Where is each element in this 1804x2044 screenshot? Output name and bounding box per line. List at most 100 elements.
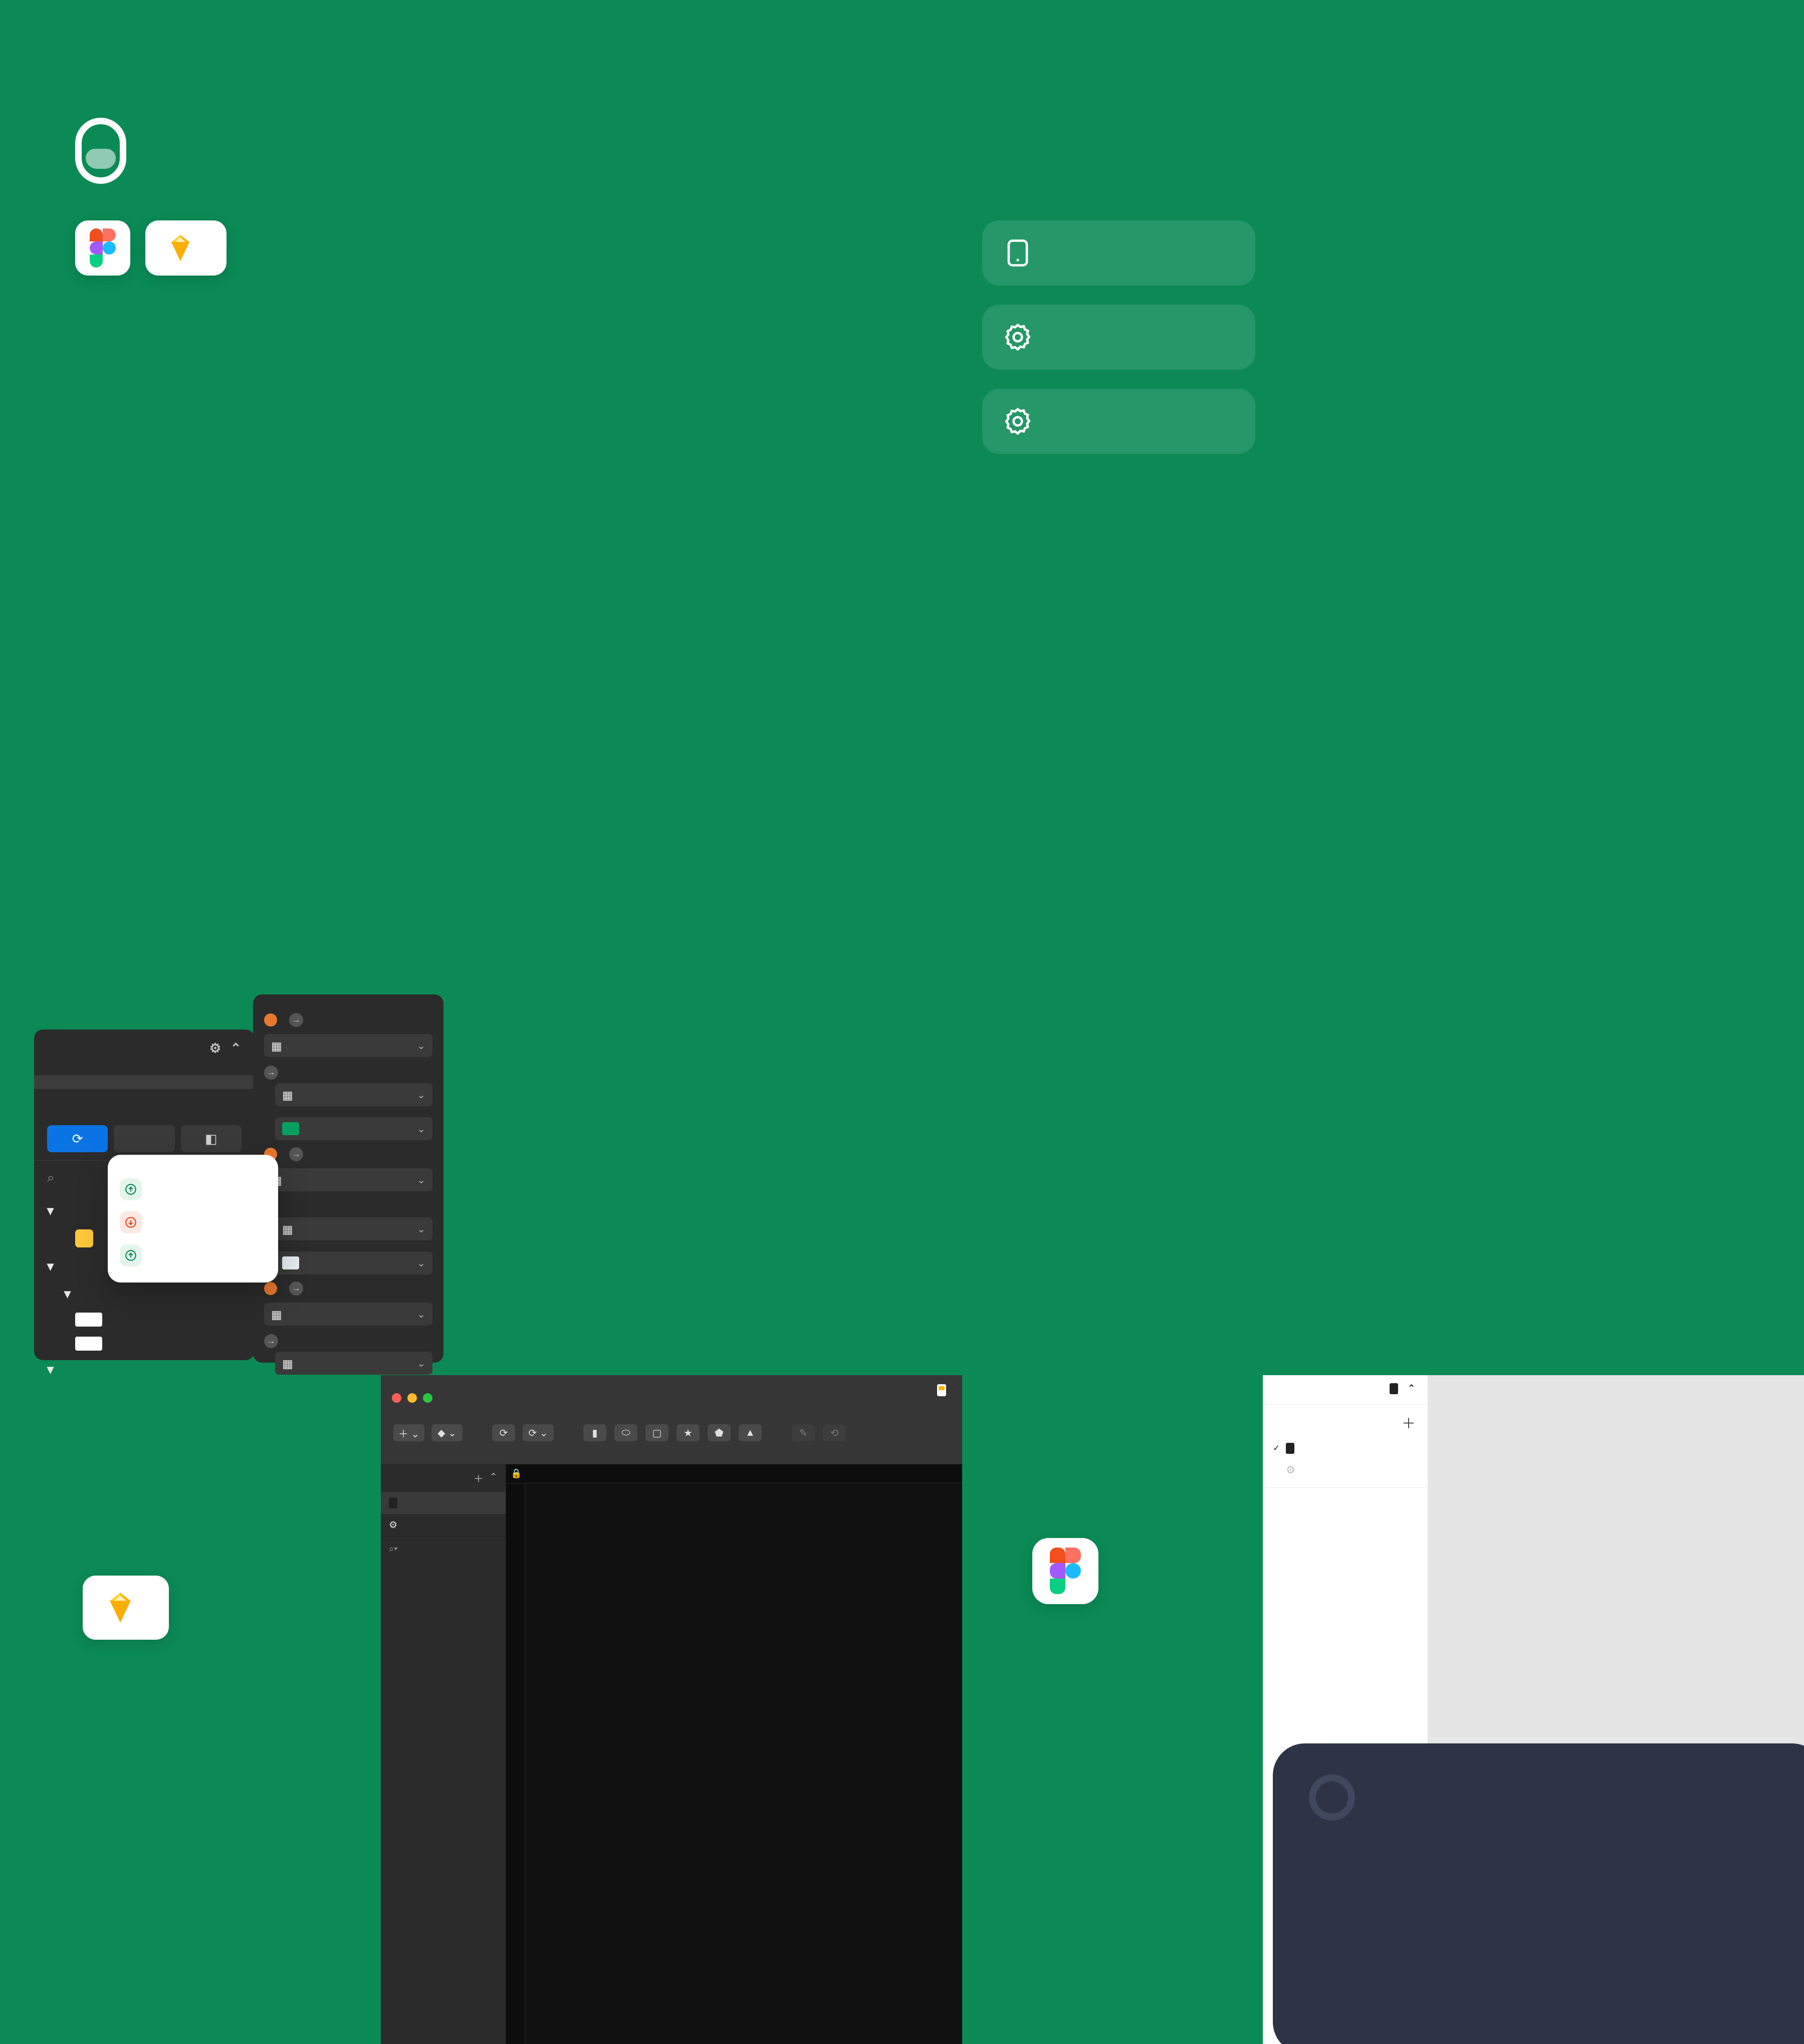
override-nested-field[interactable]: ▦ ⌄	[275, 1083, 432, 1106]
override-symbol-field[interactable]: ▦⌄	[264, 1034, 432, 1057]
override-symbol-field[interactable]: ▦⌄	[264, 1303, 432, 1326]
hero-left-section	[0, 0, 902, 679]
sketch-icon	[110, 1593, 131, 1623]
sidebar-tabs: ＋ ⌃	[381, 1464, 506, 1492]
close-button[interactable]	[392, 1393, 401, 1403]
bar-swatch	[75, 1337, 102, 1351]
override-color-field[interactable]: ⌄	[275, 1117, 432, 1140]
gear-icon	[1002, 322, 1033, 353]
figma-page-symbols[interactable]: ⚙	[1263, 1459, 1428, 1481]
bar-swatch	[75, 1313, 102, 1327]
override-nested-field[interactable]: ▦ ⌄	[275, 1217, 432, 1240]
feature-list	[982, 220, 1255, 454]
layer-styles-icon[interactable]: ◧	[180, 1125, 242, 1152]
override-color-label	[253, 1109, 443, 1115]
figma-page-ui[interactable]: ✓	[1263, 1438, 1428, 1459]
override-nested-field[interactable]: ▦ ⌄	[275, 1352, 432, 1375]
gear-icon[interactable]: ⚙	[209, 1041, 221, 1056]
figma-badge[interactable]	[75, 220, 130, 276]
page-icon	[1390, 1383, 1399, 1394]
sketch-artboard-grid	[536, 1491, 962, 2044]
toolbar-rounded[interactable]: ▢	[641, 1424, 672, 1444]
override-item-2[interactable]: →	[253, 1143, 443, 1166]
toolbar-star[interactable]: ★	[672, 1424, 704, 1444]
toolbar-oval[interactable]: ⬭	[610, 1424, 641, 1444]
toolbar-symbols[interactable]: ⟳ ⌄	[519, 1424, 557, 1444]
feature-screens[interactable]	[982, 220, 1255, 286]
toolbar-triangle[interactable]: ▲	[735, 1424, 766, 1444]
symbol-bullet-icon	[264, 1013, 277, 1027]
grid-icon: ▦	[282, 1223, 293, 1236]
override-color-field[interactable]: ⌄	[275, 1251, 432, 1274]
window-traffic-lights[interactable]	[392, 1393, 432, 1403]
transaction-row[interactable]	[120, 1206, 266, 1239]
capay-logo	[75, 118, 141, 184]
ui8-ring-icon	[1309, 1774, 1355, 1821]
tree-group-button[interactable]: ▾	[47, 1356, 242, 1375]
chevron-down-icon: ⌄	[417, 1040, 425, 1052]
feature-icons[interactable]	[982, 305, 1255, 370]
arrow-up-circle-icon	[120, 1178, 142, 1200]
toolbar-rotate: ⟲	[819, 1424, 850, 1444]
tree-leaf-v2[interactable]	[47, 1308, 242, 1332]
transaction-row[interactable]	[120, 1173, 266, 1206]
sketch-badge[interactable]	[83, 1576, 169, 1640]
search-icon: ⌕	[47, 1170, 55, 1185]
zoom-button[interactable]	[423, 1393, 432, 1403]
toolbar-polygon[interactable]: ⬟	[704, 1424, 735, 1444]
toolbar-rectangle[interactable]: ▮	[579, 1424, 610, 1444]
components-row-apple-ios-ui[interactable]	[34, 1089, 255, 1103]
chevron-up-icon[interactable]: ⌃	[490, 1471, 498, 1485]
sketch-toolbar: ＋ ⌄ ◆ ⌄ ⟳ ⟳ ⌄ ▮ ⬭ ▢ ★ ⬟ ▲ ✎ ⟲	[381, 1420, 962, 1464]
chevron-down-icon: ⌄	[417, 1174, 425, 1186]
horizontal-ruler: 🔒	[506, 1464, 962, 1483]
plus-icon[interactable]: ＋	[1402, 1413, 1416, 1433]
poster-root: ⚙ ⌃ ⟳ ◧ ⌕ ▾ ▾ ▾ ▾ → ▦ ⌄ → ▦ ⌄ ⌄ → ⌄ ▦ ⌄ …	[0, 0, 1804, 2044]
star-icon: ★	[676, 1424, 700, 1441]
layers-search[interactable]: ⌕▾	[381, 1537, 506, 1561]
arrow-right-icon: →	[289, 1147, 303, 1161]
components-segmented-control[interactable]: ⟳ ◧	[47, 1125, 242, 1152]
chevron-up-icon[interactable]: ⌃	[231, 1041, 242, 1056]
components-row-this-document[interactable]	[34, 1075, 255, 1089]
arrow-down-circle-icon	[120, 1211, 142, 1233]
page-selector[interactable]: ⌃	[1390, 1382, 1416, 1395]
phone-collage-section	[902, 679, 1804, 1375]
figma-badge[interactable]	[1032, 1538, 1098, 1604]
sketch-overrides-panel: → ▦⌄ → ▦⌄ ⌄ → ▦⌄ → ▦⌄ ⌄ → ▦⌄ → ▦⌄ ⌄ → ▦⌄	[253, 994, 443, 1375]
sketch-doc-icon	[937, 1384, 946, 1396]
avatar-swatch	[75, 1229, 93, 1247]
grid-icon: ▦	[271, 1040, 282, 1053]
grid-icon: ▦	[282, 1357, 293, 1370]
minimize-button[interactable]	[407, 1393, 417, 1403]
figma-sidebar-tabs: ⌃	[1263, 1375, 1428, 1405]
vertical-ruler	[506, 1483, 525, 2044]
sketch-canvas[interactable]: 🔒	[506, 1464, 962, 2044]
text-styles-icon[interactable]	[114, 1125, 175, 1152]
override-symbol-field[interactable]: ▦⌄	[264, 1168, 432, 1191]
sidebar-page-symbols[interactable]: ⚙	[381, 1514, 506, 1537]
plus-icon[interactable]: ＋	[474, 1471, 483, 1485]
toolbar-create-symbol[interactable]: ⟳	[488, 1424, 519, 1444]
override-sub-label: →	[253, 1328, 443, 1349]
feature-components[interactable]	[982, 389, 1255, 454]
layers-icon: ◆ ⌄	[431, 1424, 463, 1441]
plus-icon: ＋ ⌄	[393, 1424, 424, 1441]
tree-group-top-bars[interactable]: ▾	[47, 1280, 242, 1308]
transaction-row[interactable]	[120, 1239, 266, 1272]
toolbar-edit: ✎	[788, 1424, 819, 1444]
components-row-all[interactable]	[34, 1061, 255, 1075]
tree-leaf-v3[interactable]	[47, 1332, 242, 1356]
components-row-sketch-document[interactable]	[34, 1103, 255, 1117]
sketch-layer-list[interactable]	[381, 1561, 506, 2044]
sketch-badge[interactable]	[145, 220, 227, 276]
toolbar-data[interactable]: ◆ ⌄	[428, 1424, 466, 1444]
override-color-label	[253, 1243, 443, 1249]
sidebar-page-ui[interactable]	[381, 1492, 506, 1514]
symbols-icon[interactable]: ⟳	[47, 1125, 108, 1152]
symbol-icon: ⟳ ⌄	[523, 1424, 554, 1441]
toolbar-insert[interactable]: ＋ ⌄	[390, 1424, 428, 1444]
override-item-3[interactable]: →	[253, 1277, 443, 1300]
override-item-1[interactable]: →	[253, 1008, 443, 1032]
chevron-down-icon: ⌄	[417, 1089, 425, 1101]
